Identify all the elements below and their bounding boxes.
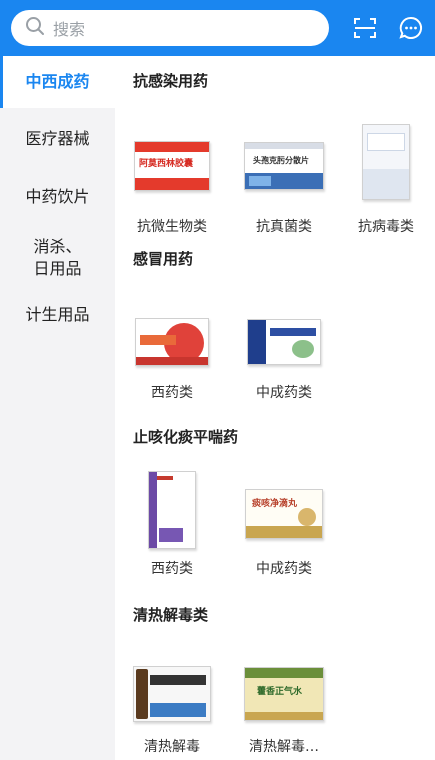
product-label: 清热解毒 — [144, 739, 200, 755]
product-image — [239, 302, 329, 382]
search-input[interactable]: 搜索 — [11, 10, 329, 46]
product-label: 西药类 — [151, 561, 193, 577]
section-title-cold-medicine: 感冒用药 — [133, 250, 194, 268]
message-icon[interactable] — [396, 13, 426, 43]
sidebar-item-label: 中药饮片 — [25, 187, 90, 206]
product-image: 藿香正气水 — [239, 654, 329, 734]
category-content: 抗感染用药 阿莫西林胶囊 抗微生物类 头孢克肟分散片 抗真菌类 抗病毒类 感冒用… — [115, 56, 435, 760]
product-label: 抗微生物类 — [137, 219, 207, 235]
search-placeholder: 搜索 — [53, 20, 86, 39]
section-title-heat-clearing: 清热解毒类 — [133, 606, 209, 624]
section-title-anti-infection: 抗感染用药 — [133, 72, 209, 90]
product-image — [127, 466, 217, 554]
section-title-cough-phlegm-asthma: 止咳化痰平喘药 — [133, 428, 239, 446]
product-image — [127, 654, 217, 734]
sidebar-item-disinfection-daily[interactable]: 消杀、 日用品 — [0, 228, 115, 288]
sidebar-item-family-planning[interactable]: 计生用品 — [0, 292, 115, 338]
sidebar-item-label: 计生用品 — [25, 305, 90, 324]
product-label: 中成药类 — [256, 561, 312, 577]
product-image: 阿莫西林胶囊 — [127, 126, 217, 206]
sidebar-item-label: 消杀、 日用品 — [33, 237, 82, 278]
product-image: 痰咳净滴丸 — [239, 474, 329, 554]
product-label: 抗病毒类 — [358, 219, 414, 235]
category-sidebar: 中西成药 医疗器械 中药饮片 消杀、 日用品 计生用品 — [0, 56, 115, 760]
top-bar: 搜索 — [0, 0, 435, 56]
sidebar-item-label: 医疗器械 — [25, 129, 90, 148]
sidebar-item-medical-devices[interactable]: 医疗器械 — [0, 116, 115, 162]
product-image — [127, 302, 217, 382]
product-label: 抗真菌类 — [256, 219, 312, 235]
product-label: 中成药类 — [256, 385, 312, 401]
search-icon — [25, 16, 45, 40]
sidebar-item-chinese-western-medicine[interactable]: 中西成药 — [0, 56, 115, 108]
scan-icon[interactable] — [350, 13, 380, 43]
sidebar-item-herbal-pieces[interactable]: 中药饮片 — [0, 174, 115, 220]
product-label: 清热解毒… — [249, 739, 319, 755]
sidebar-item-label: 中西成药 — [25, 72, 90, 91]
product-image: 头孢克肟分散片 — [239, 126, 329, 206]
product-image — [341, 118, 431, 206]
product-label: 西药类 — [151, 385, 193, 401]
